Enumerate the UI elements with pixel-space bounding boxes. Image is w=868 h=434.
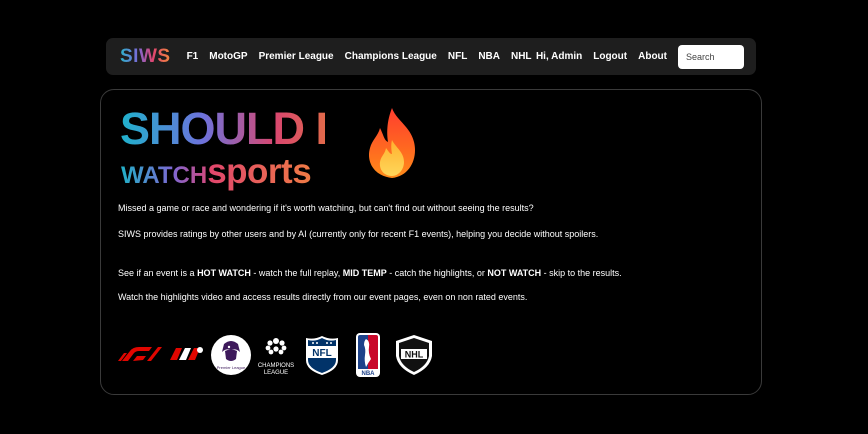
brand-logo[interactable]: SIWS	[120, 46, 171, 68]
intro-paragraph-3: See if an event is a HOT WATCH - watch t…	[118, 268, 622, 278]
nhl-logo-text: NHL	[405, 350, 424, 360]
champions-league-logo[interactable]: CHAMPIONS LEAGUE	[254, 332, 298, 378]
intro-paragraph-1: Missed a game or race and wondering if i…	[118, 203, 534, 213]
hero-title-line2: WATCHsports	[121, 152, 312, 192]
about-link[interactable]: About	[638, 51, 667, 62]
p3-text-2: - watch the full replay,	[250, 268, 343, 278]
p3-text-4: - skip to the results.	[541, 268, 622, 278]
nfl-logo-text: NFL	[312, 348, 331, 359]
nav-link-nhl[interactable]: NHL	[511, 51, 532, 62]
nav-link-champions-league[interactable]: Champions League	[345, 51, 437, 62]
nba-logo[interactable]: NBA	[356, 333, 380, 377]
nav-link-premier-league[interactable]: Premier League	[259, 51, 334, 62]
premier-league-logo[interactable]: Premier League	[210, 334, 252, 376]
f1-logo[interactable]	[118, 347, 162, 361]
logout-link[interactable]: Logout	[593, 51, 627, 62]
league-logos: Premier League CHAMPIONS LEAGUE NFL NBA	[116, 332, 436, 378]
hot-watch-label: HOT WATCH	[197, 268, 251, 278]
nfl-logo[interactable]: NFL	[304, 334, 340, 376]
nba-logo-text: NBA	[362, 371, 376, 377]
ucl-logo-text-2: LEAGUE	[264, 370, 288, 376]
p3-text-1: See if an event is a	[118, 268, 198, 278]
nav-links: F1 MotoGP Premier League Champions Leagu…	[187, 51, 532, 62]
nhl-logo[interactable]: NHL	[394, 334, 434, 376]
nav-link-nba[interactable]: NBA	[478, 51, 500, 62]
nav-link-nfl[interactable]: NFL	[448, 51, 467, 62]
intro-paragraph-4: Watch the highlights video and access re…	[118, 292, 528, 302]
user-greeting[interactable]: Hi, Admin	[536, 51, 582, 62]
intro-paragraph-2: SIWS provides ratings by other users and…	[118, 229, 599, 239]
navbar: SIWS F1 MotoGP Premier League Champions …	[106, 38, 756, 75]
nav-link-motogp[interactable]: MotoGP	[209, 51, 247, 62]
nav-link-f1[interactable]: F1	[187, 51, 199, 62]
mid-temp-label: MID TEMP	[342, 268, 387, 278]
motogp-logo[interactable]	[168, 344, 204, 364]
p3-text-3: - catch the highlights, or	[386, 268, 488, 278]
premier-league-logo-text: Premier League	[217, 365, 246, 370]
flame-icon	[368, 108, 416, 178]
not-watch-label: NOT WATCH	[487, 268, 542, 278]
search-input[interactable]	[678, 44, 744, 69]
hero-sports-text: sports	[207, 152, 312, 191]
nav-right: Hi, Admin Logout About	[536, 44, 744, 69]
hero-title-line1: SHOULD I	[120, 103, 328, 154]
hero-watch-text: WATCH	[121, 162, 208, 189]
ucl-logo-text-1: CHAMPIONS	[258, 363, 294, 369]
